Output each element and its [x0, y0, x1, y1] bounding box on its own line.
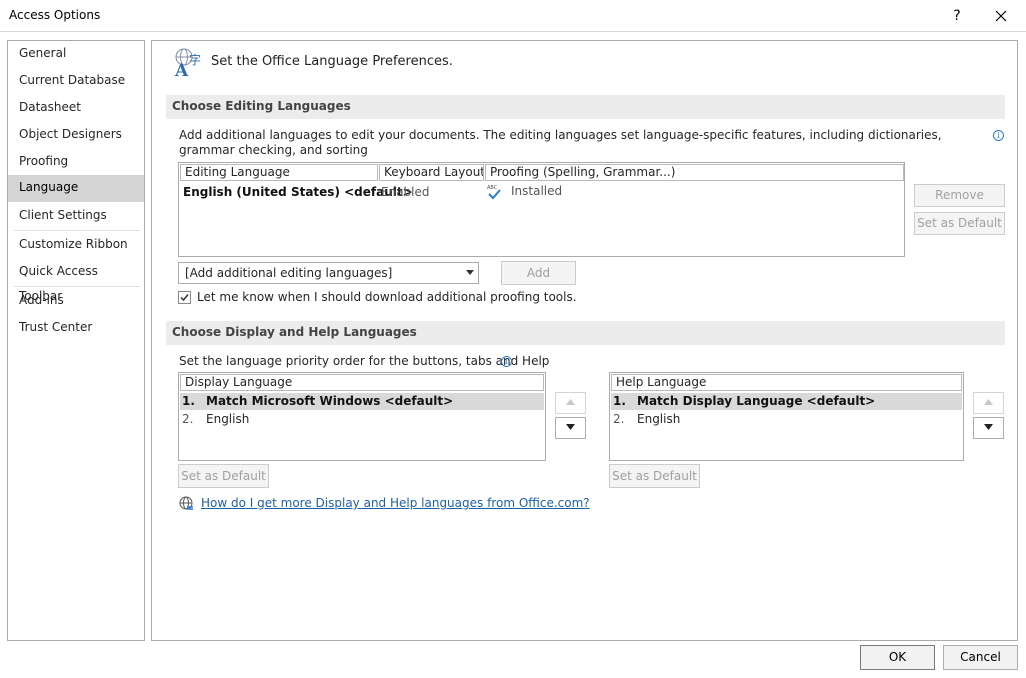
sidebar-divider [14, 286, 140, 287]
notify-checkbox[interactable] [178, 291, 191, 304]
globe-link-icon [179, 496, 195, 512]
sidebar-item-datasheet[interactable]: Datasheet [8, 95, 144, 122]
column-header-help-language: Help Language [611, 374, 962, 391]
checkmark-icon [180, 294, 189, 302]
proofing-badge-text: ABC [487, 185, 498, 191]
list-item-label: English [206, 412, 250, 426]
list-item-number: 1. [613, 394, 626, 408]
ok-button[interactable]: OK [860, 645, 935, 670]
more-languages-link[interactable]: How do I get more Display and Help langu… [201, 496, 590, 510]
svg-text:A: A [174, 61, 189, 78]
section-header-display-help: Choose Display and Help Languages [166, 321, 1005, 345]
table-row[interactable]: English (United States) <default> Enable… [180, 183, 903, 203]
set-as-default-help-button[interactable]: Set as Default [609, 464, 700, 488]
add-language-button[interactable]: Add [501, 261, 576, 285]
list-item-number: 1. [182, 394, 195, 408]
sidebar-item-object-designers[interactable]: Object Designers [8, 122, 144, 149]
sidebar-divider [14, 230, 140, 231]
remove-button[interactable]: Remove [914, 184, 1005, 207]
chevron-down-icon [566, 424, 575, 430]
options-sidebar: General Current Database Datasheet Objec… [7, 40, 145, 641]
section-header-editing: Choose Editing Languages [166, 95, 1005, 119]
help-button[interactable]: ? [944, 4, 970, 28]
chevron-up-icon [984, 399, 993, 405]
list-item-label: Match Display Language <default> [637, 394, 876, 408]
display-language-list[interactable]: Display Language 1. Match Microsoft Wind… [178, 372, 546, 461]
column-header-editing-language[interactable]: Editing Language [180, 164, 378, 181]
set-as-default-editing-button[interactable]: Set as Default [914, 212, 1005, 235]
list-item-number: 2. [613, 412, 625, 426]
proofing-status-cell: Installed [511, 184, 563, 198]
list-item-number: 2. [182, 412, 194, 426]
column-header-proofing[interactable]: Proofing (Spelling, Grammar...) [485, 164, 904, 181]
page-heading: Set the Office Language Preferences. [211, 54, 453, 69]
set-as-default-display-button[interactable]: Set as Default [178, 464, 269, 488]
sidebar-item-proofing[interactable]: Proofing [8, 149, 144, 176]
keyboard-layout-cell: Enabled [381, 185, 430, 199]
list-item[interactable]: 2. English [611, 411, 962, 428]
cancel-button[interactable]: Cancel [943, 645, 1018, 670]
close-button[interactable] [988, 4, 1014, 28]
sidebar-item-customize-ribbon[interactable]: Customize Ribbon [8, 232, 144, 259]
add-language-dropdown-value: [Add additional editing languages] [185, 266, 393, 280]
options-main-panel: A 字 Set the Office Language Preferences.… [151, 40, 1018, 641]
sidebar-item-current-database[interactable]: Current Database [8, 68, 144, 95]
chevron-down-icon [984, 424, 993, 430]
sidebar-item-add-ins[interactable]: Add-ins [8, 288, 144, 315]
svg-text:字: 字 [189, 52, 201, 67]
editing-language-cell: English (United States) <default> [183, 185, 413, 199]
list-item-label: Match Microsoft Windows <default> [206, 394, 454, 408]
window-title: Access Options [9, 8, 101, 22]
help-language-list[interactable]: Help Language 1. Match Display Language … [609, 372, 964, 461]
column-header-keyboard-layout[interactable]: Keyboard Layout [379, 164, 484, 181]
move-down-help-button[interactable] [973, 417, 1004, 439]
move-down-display-button[interactable] [555, 417, 586, 439]
move-up-display-button[interactable] [555, 392, 586, 414]
column-header-display-language: Display Language [180, 374, 544, 391]
list-item[interactable]: 2. English [180, 411, 544, 428]
sidebar-item-quick-access-toolbar[interactable]: Quick Access Toolbar [8, 259, 144, 303]
sidebar-item-client-settings[interactable]: Client Settings [8, 203, 144, 230]
sidebar-item-trust-center[interactable]: Trust Center [8, 315, 144, 342]
list-item-selected[interactable]: 1. Match Microsoft Windows <default> [180, 393, 544, 410]
notify-checkbox-label[interactable]: Let me know when I should download addit… [197, 290, 577, 304]
language-preferences-icon: A 字 [172, 46, 206, 81]
close-icon [995, 10, 1007, 22]
list-item-label: English [637, 412, 681, 426]
editing-description: Add additional languages to edit your do… [179, 128, 942, 157]
proofing-check-icon: ABC [486, 183, 504, 201]
title-bar: Access Options ? [0, 0, 1026, 32]
chevron-up-icon [566, 399, 575, 405]
display-description: Set the language priority order for the … [179, 354, 550, 368]
dialog-footer: OK Cancel [0, 641, 1026, 678]
info-icon[interactable]: i [993, 130, 1004, 141]
info-icon[interactable]: i [501, 356, 512, 367]
editing-languages-list[interactable]: Editing Language Keyboard Layout Proofin… [178, 162, 905, 257]
add-language-dropdown[interactable]: [Add additional editing languages] [178, 262, 479, 284]
sidebar-item-general[interactable]: General [8, 41, 144, 68]
move-up-help-button[interactable] [973, 392, 1004, 414]
sidebar-item-language[interactable]: Language [8, 175, 144, 202]
list-item-selected[interactable]: 1. Match Display Language <default> [611, 393, 962, 410]
chevron-down-icon [466, 270, 474, 275]
